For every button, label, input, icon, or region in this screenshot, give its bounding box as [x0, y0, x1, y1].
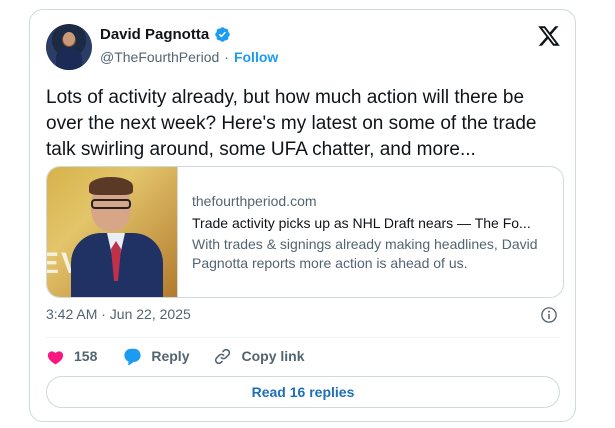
thumbnail-glasses	[91, 199, 131, 209]
handle-separator: ·	[224, 49, 229, 65]
like-action[interactable]: 158	[46, 347, 97, 366]
link-preview-card[interactable]: EVGE thefourthperiod.com Trade activity …	[46, 166, 564, 298]
tweet-embed-card: David Pagnotta @TheFourthPeriod · Follow…	[29, 9, 576, 422]
link-preview-thumbnail: EVGE	[47, 167, 178, 297]
link-description: With trades & signings already making he…	[192, 236, 538, 271]
follow-button[interactable]: Follow	[234, 49, 278, 65]
heart-icon	[47, 350, 64, 364]
thumbnail-hair	[89, 177, 133, 195]
info-icon[interactable]	[540, 306, 558, 324]
link-domain: thefourthperiod.com	[192, 193, 317, 209]
author-handle[interactable]: @TheFourthPeriod	[100, 49, 219, 65]
tweet-actions: 158 Reply Copy link	[46, 346, 305, 366]
link-preview-body: thefourthperiod.com Trade activity picks…	[178, 167, 562, 297]
link-title: Trade activity picks up as NHL Draft nea…	[192, 215, 531, 231]
avatar-suit	[56, 48, 82, 70]
copy-link-label: Copy link	[241, 348, 305, 364]
avatar-face	[63, 32, 75, 46]
like-count: 158	[74, 348, 98, 364]
x-logo-icon[interactable]	[537, 24, 561, 48]
reply-label: Reply	[151, 348, 190, 364]
author-avatar[interactable]	[46, 24, 92, 70]
author-handle-row: @TheFourthPeriod · Follow	[100, 49, 278, 65]
author-name-row: David Pagnotta	[100, 26, 231, 43]
reply-action[interactable]: Reply	[123, 347, 189, 366]
author-name[interactable]: David Pagnotta	[100, 26, 209, 43]
reply-bubble-icon	[124, 348, 141, 365]
verified-badge-icon	[215, 27, 230, 42]
actions-divider	[46, 337, 560, 338]
tweet-text: Lots of activity already, but how much a…	[46, 87, 537, 160]
read-replies-button[interactable]: Read 16 replies	[46, 376, 560, 408]
link-icon	[215, 348, 231, 364]
copy-link-action[interactable]: Copy link	[213, 347, 305, 366]
tweet-timestamp[interactable]: 3:42 AM · Jun 22, 2025	[46, 306, 191, 322]
